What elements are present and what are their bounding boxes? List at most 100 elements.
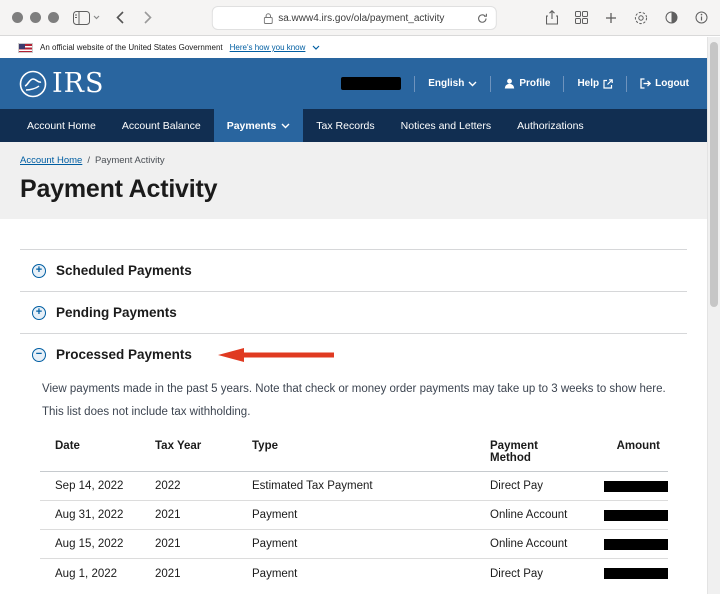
nav-item-payments[interactable]: Payments [213, 109, 304, 142]
cell-type: Payment [252, 509, 298, 521]
scrollbar-track[interactable] [707, 37, 720, 594]
main-navigation: Account Home Account Balance Payments Ta… [0, 109, 707, 142]
cell-date: Aug 15, 2022 [55, 538, 124, 550]
extensions-icon[interactable] [634, 11, 648, 25]
lock-icon [264, 12, 274, 24]
irs-logo[interactable]: IRS [18, 68, 105, 99]
cell-tax-year: 2021 [155, 567, 181, 580]
breadcrumb-separator: / [87, 155, 90, 166]
reader-icon[interactable] [665, 11, 678, 24]
accordion-label: Processed Payments [56, 347, 192, 362]
scrollbar-thumb[interactable] [710, 42, 718, 307]
redacted-amount [604, 480, 668, 492]
col-header-date: Date [55, 440, 80, 452]
chevron-down-icon [468, 81, 477, 86]
nav-item-authorizations[interactable]: Authorizations [504, 109, 597, 142]
logout-button[interactable]: Logout [640, 78, 689, 89]
nav-item-notices-letters[interactable]: Notices and Letters [388, 109, 504, 142]
new-tab-icon[interactable] [605, 12, 617, 24]
irs-eagle-icon [19, 70, 47, 97]
redacted-amount [604, 509, 668, 521]
page-content: + Scheduled Payments + Pending Payments … [0, 249, 707, 588]
gov-banner-text: An official website of the United States… [40, 43, 223, 52]
payments-label: Payments [226, 119, 277, 132]
language-menu[interactable]: English [428, 78, 477, 89]
payments-table: Date Tax Year Type Payment Method Amount… [40, 440, 668, 588]
help-label: Help [577, 78, 600, 89]
sidebar-chevron-icon[interactable] [93, 15, 100, 20]
tab-grid-icon[interactable] [575, 11, 588, 24]
breadcrumb-current: Payment Activity [94, 155, 165, 166]
help-button[interactable]: Help [577, 78, 613, 89]
collapse-minus-icon[interactable]: − [32, 347, 46, 362]
accordion-scheduled-payments[interactable]: + Scheduled Payments [20, 249, 687, 291]
address-bar[interactable]: sa.www4.irs.gov/ola/payment_activity [211, 6, 497, 30]
redacted-amount [604, 568, 668, 579]
cell-method: Online Account [490, 509, 568, 521]
processed-description: View payments made in the past 5 years. … [42, 383, 666, 395]
sidebar-icon[interactable] [73, 10, 90, 25]
accordion-label: Scheduled Payments [56, 263, 192, 278]
banner-chevron-icon[interactable] [312, 43, 320, 52]
share-icon[interactable] [546, 10, 558, 25]
cell-tax-year: 2021 [155, 509, 181, 521]
url-text: sa.www4.irs.gov/ola/payment_activity [278, 12, 445, 24]
table-row: Aug 31, 2022 2021 Payment Online Account [40, 501, 668, 530]
cell-date: Aug 1, 2022 [55, 567, 118, 580]
expand-plus-icon[interactable]: + [32, 263, 46, 278]
external-link-icon [603, 78, 613, 89]
nav-item-tax-records[interactable]: Tax Records [303, 109, 387, 142]
nav-item-account-balance[interactable]: Account Balance [109, 109, 214, 142]
table-row: Aug 1, 2022 2021 Payment Direct Pay [40, 559, 668, 588]
redacted-username [341, 77, 402, 90]
cell-method: Direct Pay [490, 567, 544, 580]
table-row: Sep 14, 2022 2022 Estimated Tax Payment … [40, 472, 668, 501]
webpage: An official website of the United States… [0, 37, 707, 594]
col-header-tax-year: Tax Year [155, 440, 202, 452]
accordion-label: Pending Payments [56, 305, 177, 320]
cell-date: Sep 14, 2022 [55, 480, 124, 492]
red-arrow-annotation-icon [217, 347, 336, 363]
person-icon [505, 78, 515, 89]
reload-icon[interactable] [477, 13, 488, 24]
expand-plus-icon[interactable]: + [32, 305, 46, 320]
cell-tax-year: 2021 [155, 538, 181, 550]
page-title: Payment Activity [20, 175, 218, 203]
logout-icon [640, 78, 652, 89]
table-row: Aug 15, 2022 2021 Payment Online Account [40, 530, 668, 559]
nav-item-account-home[interactable]: Account Home [14, 109, 109, 142]
cell-type: Estimated Tax Payment [252, 480, 373, 492]
accordion-processed-payments[interactable]: − Processed Payments [20, 333, 687, 375]
window-controls[interactable] [12, 12, 59, 23]
browser-toolbar: sa.www4.irs.gov/ola/payment_activity [0, 0, 720, 36]
breadcrumb: Account Home / Payment Activity [20, 155, 687, 166]
page-info-icon[interactable] [695, 11, 708, 24]
language-label: English [428, 78, 465, 89]
col-header-amount: Amount [616, 440, 660, 452]
title-band: Account Home / Payment Activity Payment … [0, 142, 707, 219]
profile-label: Profile [519, 78, 551, 89]
chevron-down-icon [281, 123, 290, 128]
breadcrumb-account-home-link[interactable]: Account Home [20, 155, 82, 166]
header-divider [563, 75, 565, 92]
site-header: IRS English Profile Help Logout [0, 58, 707, 109]
accordion-pending-payments[interactable]: + Pending Payments [20, 291, 687, 333]
close-window-icon[interactable] [12, 12, 23, 23]
cell-type: Payment [252, 538, 298, 550]
logout-label: Logout [655, 78, 689, 89]
header-divider [490, 75, 492, 92]
profile-button[interactable]: Profile [504, 78, 550, 89]
cell-tax-year: 2022 [155, 480, 181, 492]
zoom-window-icon[interactable] [48, 12, 59, 23]
redacted-amount [604, 538, 668, 550]
minimize-window-icon[interactable] [30, 12, 41, 23]
cell-method: Online Account [490, 538, 568, 550]
cell-date: Aug 31, 2022 [55, 509, 124, 521]
col-header-payment-method: Payment Method [490, 440, 538, 464]
header-divider [626, 75, 628, 92]
forward-icon[interactable] [144, 11, 152, 24]
cell-method: Direct Pay [490, 480, 544, 492]
back-icon[interactable] [116, 11, 124, 24]
us-flag-icon [18, 42, 33, 53]
how-you-know-link[interactable]: Here's how you know [230, 43, 306, 52]
